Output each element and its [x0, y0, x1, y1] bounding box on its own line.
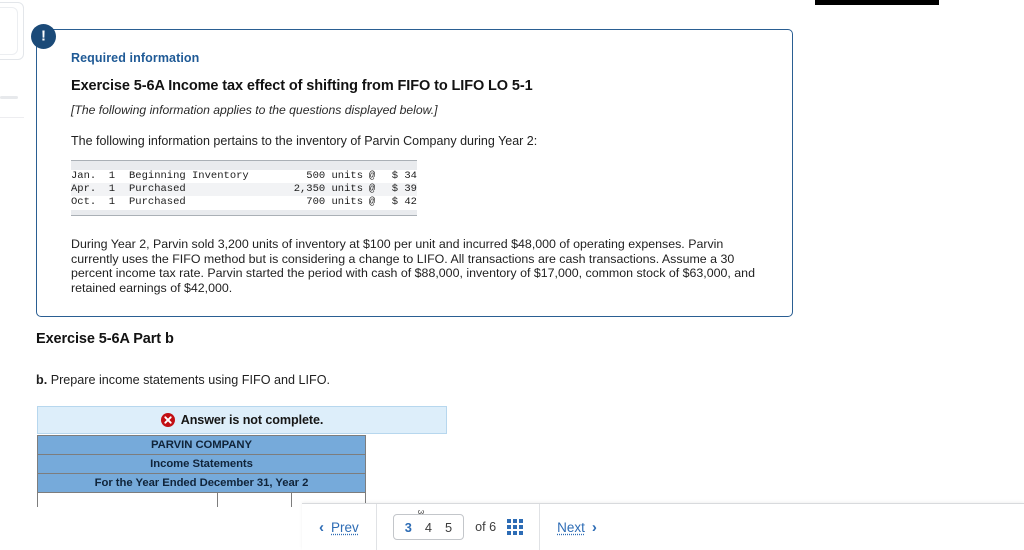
error-x-circle-icon: [160, 413, 175, 427]
inventory-table-top-band: [71, 160, 417, 170]
income-statement-subtitle: Income Statements: [36, 454, 367, 474]
exclamation-icon: !: [31, 24, 56, 49]
required-information-label: Required information: [71, 51, 200, 65]
table-row: Oct. 1 Purchased 700 units @ $ 42: [71, 196, 417, 209]
table-row: Income Statements: [36, 454, 367, 474]
income-statement-company: PARVIN COMPANY: [36, 435, 367, 455]
question-prompt-text: Prepare income statements using FIFO and…: [47, 373, 330, 387]
inventory-at-symbol: @: [368, 170, 376, 182]
inventory-units: 700 units: [306, 196, 363, 209]
inventory-price: $ 42: [391, 196, 417, 209]
table-row: Apr. 1 Purchased 2,350 units @ $ 39: [71, 183, 417, 197]
page-selector-group: 3 3 4 5 of 6: [377, 504, 539, 550]
table-row: PARVIN COMPANY: [36, 435, 367, 455]
inventory-table-bottom-band: [71, 209, 417, 216]
inventory-date: Jan. 1: [71, 170, 116, 182]
inventory-description: Purchased: [129, 183, 277, 197]
page-number-4[interactable]: 4: [425, 520, 432, 535]
prev-button-label: Prev: [331, 519, 359, 535]
inventory-description: Purchased: [129, 196, 186, 209]
inventory-date: Apr. 1: [71, 183, 129, 197]
grid-menu-icon[interactable]: [507, 519, 524, 535]
top-toolbar-bar: [815, 0, 939, 5]
inventory-table-wrapper: Jan. 1 Beginning Inventory 500 units @ $…: [71, 160, 417, 216]
inventory-at-symbol: @: [363, 183, 381, 197]
inventory-date: Oct. 1: [71, 196, 116, 209]
offscreen-card-inner: [0, 7, 18, 55]
status-badge-label: Answer is not complete.: [180, 413, 324, 427]
inventory-units: 2,350 units: [277, 183, 363, 197]
inventory-lead-text: The following information pertains to th…: [71, 134, 538, 148]
page-title: Exercise 5-6A Part b: [36, 331, 174, 347]
inventory-at-symbol: @: [368, 196, 376, 209]
income-statement-cell[interactable]: [217, 492, 292, 507]
page-number-3[interactable]: 3: [405, 520, 412, 535]
status-badge: Answer is not complete.: [37, 406, 447, 434]
prev-button[interactable]: ‹ Prev: [302, 504, 377, 550]
pagination-footer: ‹ Prev 3 3 4 5 of 6 Next ›: [302, 503, 1024, 550]
income-statement-cell[interactable]: [37, 492, 218, 507]
exclamation-glyph: !: [41, 27, 46, 45]
pagination-controls: ‹ Prev 3 3 4 5 of 6 Next ›: [302, 504, 614, 550]
chevron-right-icon: ›: [591, 518, 597, 536]
inventory-description: Beginning Inventory: [129, 170, 249, 182]
inventory-units: 500 units: [306, 170, 363, 182]
page-mark-glyph: 3: [415, 509, 425, 515]
offscreen-text-line: [0, 96, 18, 99]
inventory-price: $ 39: [381, 183, 417, 197]
next-button-label: Next: [557, 519, 585, 535]
next-button[interactable]: Next ›: [539, 504, 614, 550]
page-number-5[interactable]: 5: [445, 520, 452, 535]
question-prompt: b. Prepare income statements using FIFO …: [36, 373, 330, 387]
table-row: Jan. 1 Beginning Inventory 500 units @ $…: [71, 170, 417, 183]
chevron-left-icon: ‹: [319, 518, 324, 536]
page-total-label: of 6: [475, 520, 497, 534]
income-statement-table: PARVIN COMPANY Income Statements For the…: [36, 435, 367, 507]
exercise-body-text: During Year 2, Parvin sold 3,200 units o…: [71, 236, 755, 296]
inventory-table: Jan. 1 Beginning Inventory 500 units @ $…: [71, 170, 417, 210]
question-prompt-label: b.: [36, 373, 48, 387]
page-number-input[interactable]: 3 3 4 5: [392, 510, 465, 540]
exercise-title: Exercise 5-6A Income tax effect of shift…: [71, 78, 533, 94]
required-information-panel: Required information Exercise 5-6A Incom…: [36, 29, 793, 317]
income-statement-period: For the Year Ended December 31, Year 2: [36, 473, 367, 493]
table-row: For the Year Ended December 31, Year 2: [36, 473, 367, 493]
offscreen-divider: [0, 117, 24, 118]
inventory-price: $ 34: [391, 170, 417, 182]
applies-note: [The following information applies to th…: [71, 103, 438, 117]
